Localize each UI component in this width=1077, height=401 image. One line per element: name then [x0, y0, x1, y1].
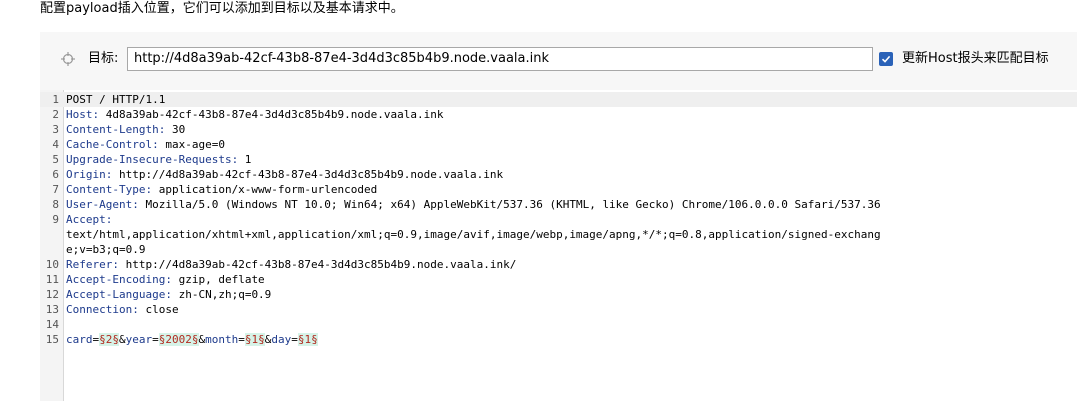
payload-marker[interactable]: §1§ [244, 333, 265, 346]
header-name: Host: [66, 108, 100, 121]
request-line: POST / HTTP/1.1 [66, 93, 166, 106]
header-line: Content-Type: application/x-www-form-url… [66, 182, 377, 197]
header-value: max-age=0 [158, 138, 225, 151]
equals-sign: = [238, 333, 245, 346]
header-value: 30 [165, 123, 186, 136]
header-name: Accept: [66, 213, 113, 226]
line-number: 3 [52, 123, 59, 136]
header-value: http://4d8a39ab-42cf-43b8-87e4-3d4d3c85b… [118, 258, 517, 271]
editor-line: text/html,application/xhtml+xml,applicat… [40, 227, 1077, 242]
editor-line: 6 Origin: http://4d8a39ab-42cf-43b8-87e4… [40, 167, 1077, 182]
payload-marker[interactable]: §1§ [297, 333, 318, 346]
update-host-label: 更新Host报头来匹配目标 [902, 51, 1049, 66]
editor-line: 15 card=§2§&year=§2002§&month=§1§&day=§1… [40, 332, 1077, 347]
header-value: close [138, 303, 179, 316]
line-number: 7 [52, 183, 59, 196]
editor-line: e;v=b3;q=0.9 [40, 242, 1077, 257]
line-number: 10 [45, 258, 59, 271]
header-value: Mozilla/5.0 (Windows NT 10.0; Win64; x64… [138, 198, 881, 211]
header-name: Cache-Control: [66, 138, 159, 151]
header-line: Host: 4d8a39ab-42cf-43b8-87e4-3d4d3c85b4… [66, 107, 444, 122]
line-number: 9 [52, 213, 59, 226]
update-host-checkbox[interactable] [879, 52, 893, 66]
header-value: zh-CN,zh;q=0.9 [171, 288, 272, 301]
param-name: month [205, 333, 239, 346]
editor-line: 9 Accept: [40, 212, 1077, 227]
param-name: card [66, 333, 93, 346]
editor-line: 8 User-Agent: Mozilla/5.0 (Windows NT 10… [40, 197, 1077, 212]
header-line: Connection: close [66, 302, 179, 317]
header-line: Origin: http://4d8a39ab-42cf-43b8-87e4-3… [66, 167, 503, 182]
line-number: 1 [52, 93, 59, 106]
header-name: Accept-Encoding: [66, 273, 172, 286]
header-line: Cache-Control: max-age=0 [66, 137, 225, 152]
accept-value-wrap: e;v=b3;q=0.9 [66, 243, 146, 256]
line-number: 4 [52, 138, 59, 151]
positions-panel: 目标: 更新Host报头来匹配目标 1 POST / HTTP/1.1 2 Ho… [40, 32, 1077, 401]
line-number: 11 [45, 273, 59, 286]
payload-marker[interactable]: §2§ [99, 333, 119, 346]
crosshair-icon [60, 51, 76, 67]
header-line: Accept: [66, 212, 112, 227]
editor-line: 3 Content-Length: 30 [40, 122, 1077, 137]
line-number: 8 [52, 198, 59, 211]
header-name: Origin: [66, 168, 113, 181]
editor-line: 14 [40, 317, 1077, 332]
header-value: gzip, deflate [171, 273, 265, 286]
header-name: Upgrade-Insecure-Requests: [66, 153, 239, 166]
header-name: Content-Type: [66, 183, 153, 196]
editor-line: 1 POST / HTTP/1.1 [40, 92, 1077, 107]
param-name: year [125, 333, 153, 346]
checkmark-icon [881, 55, 891, 63]
line-number: 12 [45, 288, 59, 301]
line-number: 6 [52, 168, 59, 181]
header-value: application/x-www-form-urlencoded [152, 183, 378, 196]
equals-sign: = [291, 333, 298, 346]
line-number: 15 [45, 333, 59, 346]
header-value: 1 [238, 153, 252, 166]
ampersand: & [119, 333, 126, 346]
target-bar: 目标: 更新Host报头来匹配目标 [40, 32, 1077, 90]
header-name: Content-Length: [66, 123, 166, 136]
header-value: http://4d8a39ab-42cf-43b8-87e4-3d4d3c85b… [112, 168, 504, 181]
header-line: Upgrade-Insecure-Requests: 1 [66, 152, 251, 167]
header-line: Accept-Language: zh-CN,zh;q=0.9 [66, 287, 271, 302]
header-value: 4d8a39ab-42cf-43b8-87e4-3d4d3c85b4b9.nod… [99, 108, 444, 121]
description-text: 配置payload插入位置，它们可以添加到目标以及基本请求中。 [40, 1, 404, 16]
request-editor[interactable]: 1 POST / HTTP/1.1 2 Host: 4d8a39ab-42cf-… [40, 90, 1077, 401]
editor-line: 13 Connection: close [40, 302, 1077, 317]
payload-marker[interactable]: §2002§ [158, 333, 199, 346]
header-line: Content-Length: 30 [66, 122, 185, 137]
line-number: 13 [45, 303, 59, 316]
line-number: 5 [52, 153, 59, 166]
accept-value-wrap: text/html,application/xhtml+xml,applicat… [66, 228, 881, 241]
editor-line: 2 Host: 4d8a39ab-42cf-43b8-87e4-3d4d3c85… [40, 107, 1077, 122]
header-name: Connection: [66, 303, 139, 316]
target-url-input[interactable] [127, 47, 873, 71]
line-number: 14 [45, 318, 59, 331]
request-body: card=§2§&year=§2002§&month=§1§&day=§1§ [66, 332, 318, 347]
header-name: Accept-Language: [66, 288, 172, 301]
line-number: 2 [52, 108, 59, 121]
editor-line: 5 Upgrade-Insecure-Requests: 1 [40, 152, 1077, 167]
editor-line: 4 Cache-Control: max-age=0 [40, 137, 1077, 152]
target-label: 目标: [88, 51, 119, 66]
editor-line: 12 Accept-Language: zh-CN,zh;q=0.9 [40, 287, 1077, 302]
editor-line: 11 Accept-Encoding: gzip, deflate [40, 272, 1077, 287]
header-line: Accept-Encoding: gzip, deflate [66, 272, 265, 287]
header-name: Referer: [66, 258, 119, 271]
header-line: Referer: http://4d8a39ab-42cf-43b8-87e4-… [66, 257, 516, 272]
param-name: day [271, 333, 292, 346]
header-line: User-Agent: Mozilla/5.0 (Windows NT 10.0… [66, 197, 881, 212]
equals-sign: = [152, 333, 159, 346]
editor-line: 10 Referer: http://4d8a39ab-42cf-43b8-87… [40, 257, 1077, 272]
header-name: User-Agent: [66, 198, 139, 211]
editor-line: 7 Content-Type: application/x-www-form-u… [40, 182, 1077, 197]
